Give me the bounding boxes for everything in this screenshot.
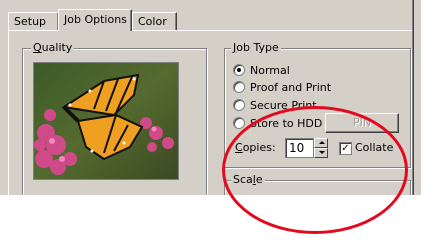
radio-secure-indicator[interactable]: [233, 99, 245, 111]
tab-color-label: Color: [138, 15, 167, 28]
print-dialog: Setup Job Options Color Quality Job Type…: [0, 0, 421, 195]
copies-spinner[interactable]: [314, 138, 328, 158]
radio-proof-indicator[interactable]: [233, 81, 245, 93]
tab-job-options[interactable]: Job Options: [58, 9, 132, 31]
collate-label: Collate: [355, 141, 394, 154]
radio-secure-print[interactable]: Secure Print: [233, 97, 317, 113]
radio-secure-label: Secure Print: [250, 98, 317, 112]
scale-group: Scale: [224, 173, 411, 195]
copies-input[interactable]: 10: [285, 138, 314, 158]
spin-up-icon[interactable]: [314, 138, 328, 148]
tab-job-options-label: Job Options: [64, 13, 127, 26]
radio-store-indicator[interactable]: [233, 117, 245, 129]
dialog-edge-dark: [413, 0, 414, 195]
radio-proof-and-print[interactable]: Proof and Print: [233, 79, 331, 95]
radio-store-label: Store to HDD: [250, 116, 323, 130]
radio-normal-label: Normal: [250, 63, 290, 77]
quality-preview-image: [33, 62, 179, 180]
job-type-legend: Job Type: [231, 41, 281, 54]
radio-normal[interactable]: Normal: [233, 62, 290, 78]
scale-legend: Scale: [231, 173, 265, 186]
tab-setup[interactable]: Setup: [8, 12, 59, 30]
pin-button-label: PIN: [352, 116, 372, 129]
tab-setup-label: Setup: [14, 15, 47, 28]
radio-store-to-hdd[interactable]: Store to HDD: [233, 115, 322, 131]
spin-down-icon[interactable]: [314, 148, 328, 158]
job-type-group: Job Type Normal Proof and Print Secure P…: [224, 41, 411, 168]
tab-color[interactable]: Color: [132, 12, 177, 30]
quality-legend: Quality: [31, 41, 75, 54]
radio-proof-label: Proof and Print: [250, 80, 332, 94]
collate-checkbox[interactable]: ✓: [339, 142, 352, 155]
radio-normal-indicator[interactable]: [233, 64, 245, 76]
copies-label: Copies:: [235, 141, 276, 154]
pin-button[interactable]: PIN: [325, 113, 399, 133]
